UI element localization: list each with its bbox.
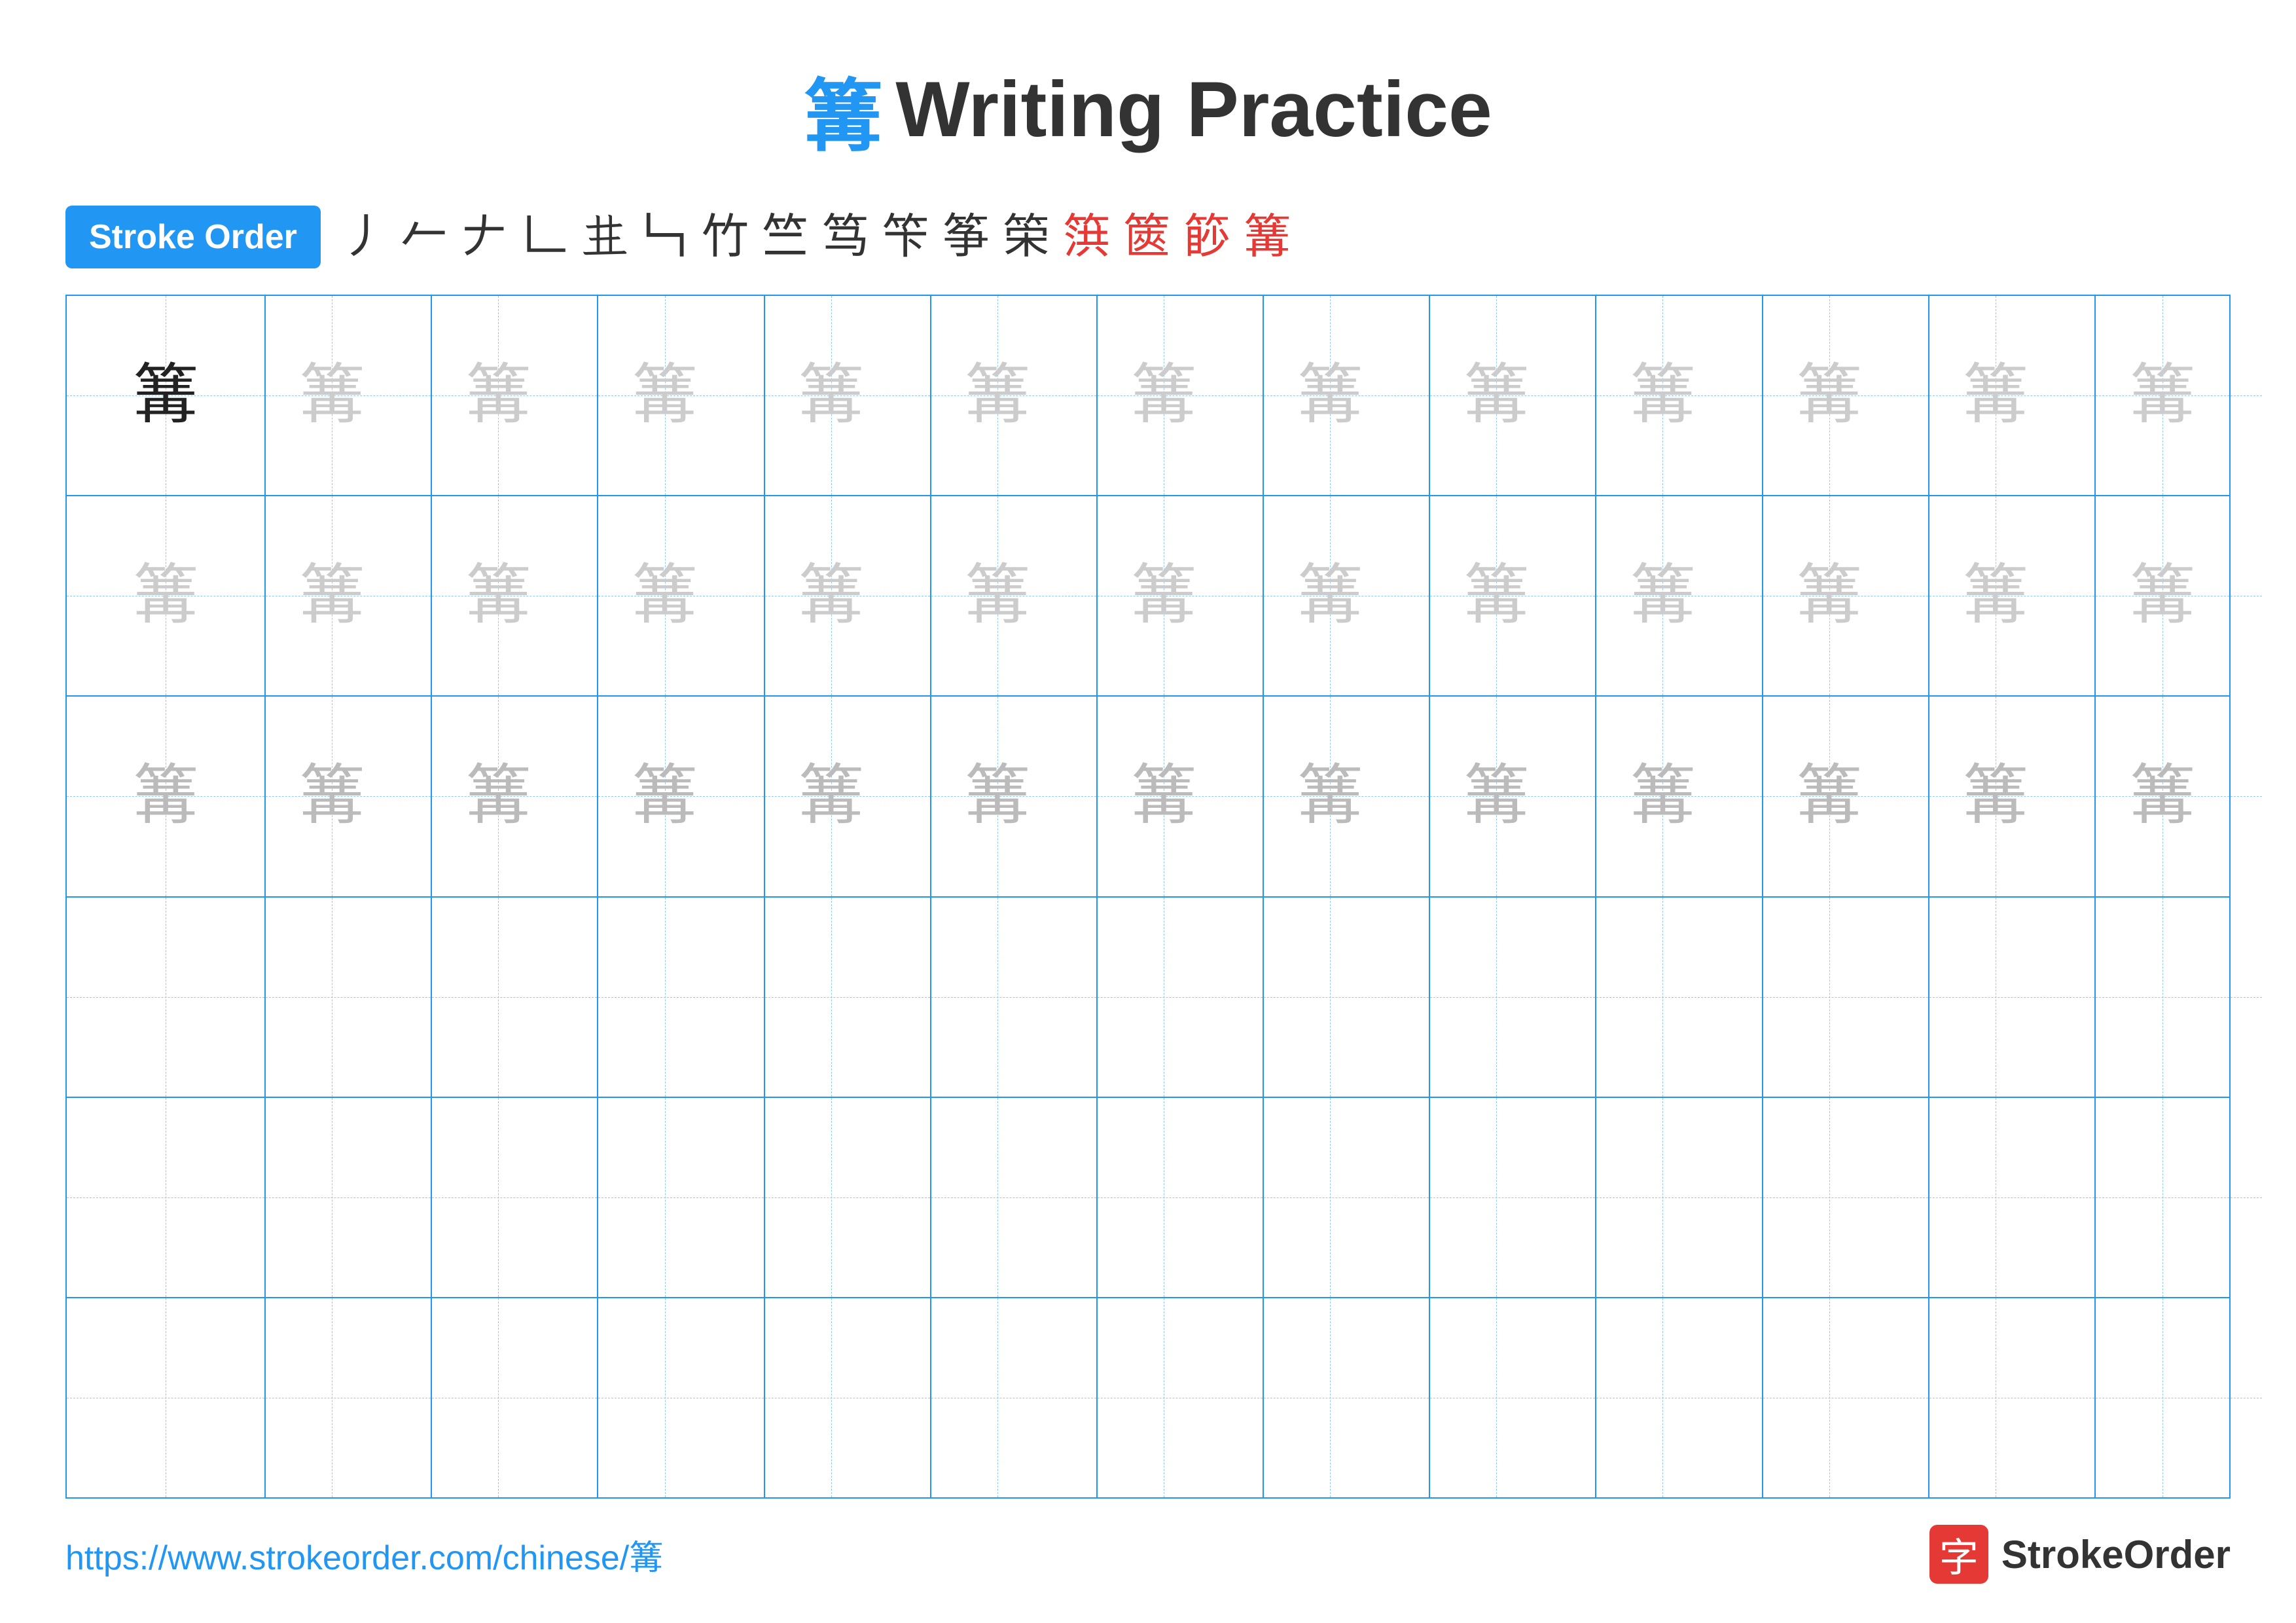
stroke-step-11: 筝	[942, 213, 990, 261]
cell-character: 篝	[299, 563, 365, 629]
page-title: 篝 Writing Practice	[804, 52, 1492, 166]
stroke-step-5: 𠀎	[581, 213, 628, 261]
stroke-step-4: 𠃊	[521, 213, 568, 261]
grid-cell-r5-c13[interactable]	[2063, 1098, 2262, 1297]
grid-row-6	[67, 1298, 2229, 1497]
cell-character: 篝	[299, 363, 365, 428]
cell-character: 篝	[798, 763, 864, 829]
cell-character: 篝	[1297, 763, 1363, 829]
stroke-order-row: Stroke Order 丿𠂉𠂇𠃊𠀎𠃑竹竺笃笇筝筞篊篋篎篝	[65, 206, 2231, 268]
footer-logo-icon: 字	[1929, 1525, 1988, 1584]
cell-character: 篝	[965, 763, 1030, 829]
cell-character: 篝	[1297, 563, 1363, 629]
stroke-step-8: 竺	[762, 213, 809, 261]
grid-cell-r1-c13[interactable]: 篝	[2063, 296, 2262, 495]
grid-row-5	[67, 1098, 2229, 1298]
practice-grid: 篝篝篝篝篝篝篝篝篝篝篝篝篝篝篝篝篝篝篝篝篝篝篝篝篝篝篝篝篝篝篝篝篝篝篝篝篝篝篝	[65, 295, 2231, 1499]
cell-character: 篝	[1630, 763, 1695, 829]
cell-character: 篝	[2130, 563, 2195, 629]
cell-character: 篝	[1131, 363, 1196, 428]
stroke-sequence: 丿𠂉𠂇𠃊𠀎𠃑竹竺笃笇筝筞篊篋篎篝	[340, 213, 1291, 261]
cell-character: 篝	[133, 763, 198, 829]
title-character: 篝	[804, 52, 882, 166]
cell-character: 篝	[465, 363, 531, 428]
grid-cell-r6-c13[interactable]	[2063, 1298, 2262, 1497]
grid-row-2: 篝篝篝篝篝篝篝篝篝篝篝篝篝	[67, 496, 2229, 697]
stroke-step-1: 丿	[340, 213, 387, 261]
stroke-step-10: 笇	[882, 213, 929, 261]
cell-character: 篝	[632, 763, 698, 829]
cell-character: 篝	[465, 563, 531, 629]
cell-character: 篝	[1463, 363, 1529, 428]
stroke-step-14: 篋	[1123, 213, 1170, 261]
cell-character: 篝	[632, 563, 698, 629]
grid-cell-r4-c13[interactable]	[2063, 898, 2262, 1097]
cell-character: 篝	[1963, 363, 2028, 428]
cell-character: 篝	[1630, 363, 1695, 428]
grid-cell-r3-c13[interactable]: 篝	[2063, 697, 2262, 896]
cell-character: 篝	[465, 763, 531, 829]
cell-character: 篝	[1297, 363, 1363, 428]
title-text: Writing Practice	[895, 64, 1492, 155]
cell-character: 篝	[1797, 563, 1862, 629]
stroke-step-12: 筞	[1003, 213, 1050, 261]
stroke-step-15: 篎	[1183, 213, 1230, 261]
cell-character: 篝	[1131, 763, 1196, 829]
cell-character: 篝	[2130, 763, 2195, 829]
cell-character: 篝	[1797, 763, 1862, 829]
stroke-step-2: 𠂉	[401, 213, 448, 261]
stroke-step-16: 篝	[1244, 213, 1291, 261]
grid-row-1: 篝篝篝篝篝篝篝篝篝篝篝篝篝	[67, 296, 2229, 496]
cell-character: 篝	[299, 763, 365, 829]
grid-row-3: 篝篝篝篝篝篝篝篝篝篝篝篝篝	[67, 697, 2229, 897]
cell-character: 篝	[965, 363, 1030, 428]
grid-row-4	[67, 898, 2229, 1098]
footer-logo: 字 StrokeOrder	[1929, 1525, 2231, 1584]
cell-character: 篝	[1463, 563, 1529, 629]
cell-character: 篝	[798, 363, 864, 428]
stroke-step-13: 篊	[1063, 213, 1110, 261]
cell-character: 篝	[798, 563, 864, 629]
cell-character: 篝	[1463, 763, 1529, 829]
stroke-step-6: 𠃑	[641, 213, 689, 261]
stroke-step-3: 𠂇	[461, 213, 508, 261]
cell-character: 篝	[1630, 563, 1695, 629]
stroke-step-7: 竹	[702, 213, 749, 261]
stroke-step-9: 笃	[822, 213, 869, 261]
cell-character: 篝	[133, 563, 198, 629]
grid-cell-r2-c13[interactable]: 篝	[2063, 496, 2262, 695]
cell-character: 篝	[1131, 563, 1196, 629]
cell-character: 篝	[1963, 563, 2028, 629]
page: 篝 Writing Practice Stroke Order 丿𠂉𠂇𠃊𠀎𠃑竹竺…	[0, 0, 2296, 1623]
cell-character: 篝	[133, 363, 198, 428]
footer: https://www.strokeorder.com/chinese/篝 字 …	[65, 1525, 2231, 1584]
cell-character: 篝	[2130, 363, 2195, 428]
cell-character: 篝	[1963, 763, 2028, 829]
cell-character: 篝	[1797, 363, 1862, 428]
stroke-order-badge: Stroke Order	[65, 206, 321, 268]
cell-character: 篝	[632, 363, 698, 428]
footer-url[interactable]: https://www.strokeorder.com/chinese/篝	[65, 1530, 663, 1579]
footer-logo-text: StrokeOrder	[2001, 1532, 2231, 1577]
cell-character: 篝	[965, 563, 1030, 629]
